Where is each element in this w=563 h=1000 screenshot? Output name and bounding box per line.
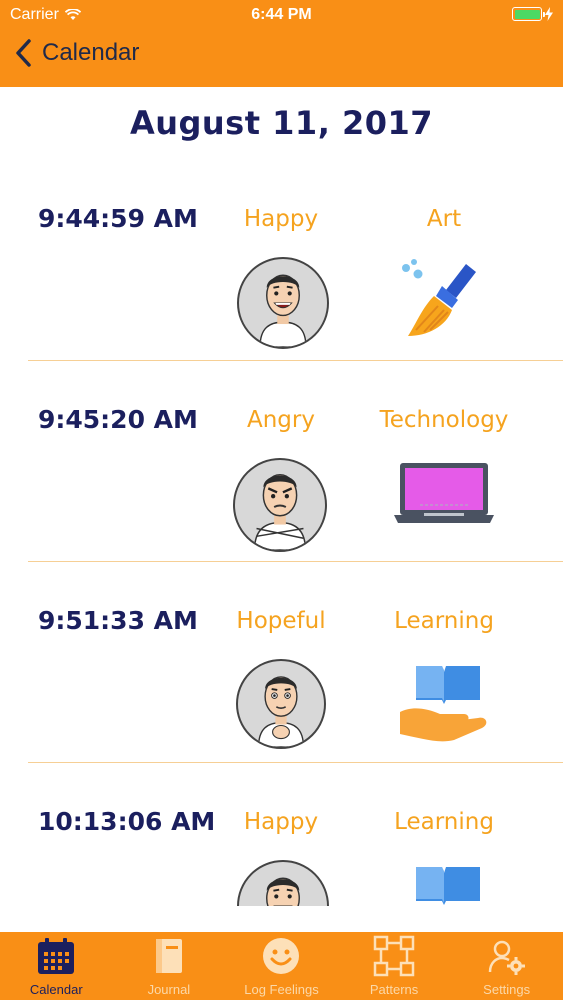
tab-calendar[interactable]: Calendar bbox=[0, 932, 113, 1000]
hopeful-avatar-icon bbox=[236, 659, 326, 749]
back-button[interactable]: Calendar bbox=[14, 38, 139, 68]
calendar-icon bbox=[34, 934, 78, 978]
battery-indicator bbox=[512, 7, 553, 21]
tab-journal[interactable]: Journal bbox=[113, 932, 226, 1000]
entry-row[interactable]: 9:44:59 AM Happy Art bbox=[0, 160, 563, 361]
entry-feeling: Happy bbox=[243, 809, 319, 835]
entry-category: Learning bbox=[394, 809, 494, 835]
smiley-icon bbox=[259, 934, 303, 978]
tab-settings-label: Settings bbox=[483, 982, 531, 997]
angry-avatar-icon bbox=[233, 458, 327, 552]
book-hand-icon bbox=[394, 859, 494, 906]
happy-avatar-icon bbox=[237, 257, 329, 349]
entry-row[interactable]: 9:45:20 AM Angry Technology bbox=[0, 361, 563, 562]
tab-patterns-label: Patterns bbox=[369, 982, 419, 997]
journal-icon bbox=[147, 934, 191, 978]
top-bar: Carrier 6:44 PM Calendar bbox=[0, 0, 563, 87]
entry-row[interactable]: 10:13:06 AM Happy Learning bbox=[0, 763, 563, 906]
entries-list[interactable]: 9:44:59 AM Happy Art 9:45:20 AM Angry Te… bbox=[0, 160, 563, 906]
entry-category: Art bbox=[426, 206, 462, 232]
laptop-icon bbox=[394, 457, 494, 549]
entry-category: Learning bbox=[394, 608, 494, 634]
entry-category: Technology bbox=[379, 407, 509, 433]
chevron-left-icon bbox=[16, 39, 31, 67]
tab-settings[interactable]: Settings bbox=[450, 932, 563, 1000]
happy-avatar-icon bbox=[237, 860, 329, 906]
battery-icon bbox=[512, 7, 545, 21]
tab-patterns[interactable]: Patterns bbox=[338, 932, 451, 1000]
entry-feeling: Hopeful bbox=[236, 608, 326, 634]
patterns-icon bbox=[372, 934, 416, 978]
date-title: August 11, 2017 bbox=[129, 104, 434, 142]
back-button-label: Calendar bbox=[42, 39, 140, 66]
entry-time: 9:45:20 AM bbox=[38, 405, 198, 434]
entry-feeling: Angry bbox=[247, 407, 315, 433]
tab-journal-label: Journal bbox=[147, 982, 191, 997]
tab-log-feelings[interactable]: Log Feelings bbox=[225, 932, 338, 1000]
paintbrush-icon bbox=[394, 256, 494, 348]
book-hand-icon bbox=[394, 658, 494, 750]
navigation-bar: Calendar bbox=[0, 38, 563, 78]
charging-bolt-icon bbox=[545, 7, 553, 21]
entry-time: 9:51:33 AM bbox=[38, 606, 198, 635]
entry-feeling: Happy bbox=[243, 206, 319, 232]
settings-icon bbox=[485, 934, 529, 978]
tab-log-feelings-label: Log Feelings bbox=[244, 982, 319, 997]
entry-row[interactable]: 9:51:33 AM Hopeful Learning bbox=[0, 562, 563, 763]
tab-calendar-label: Calendar bbox=[29, 982, 83, 997]
tab-bar: Calendar Journal Log Feelings Patterns S… bbox=[0, 932, 563, 1000]
status-bar: Carrier 6:44 PM bbox=[0, 0, 563, 30]
entry-time: 9:44:59 AM bbox=[38, 204, 198, 233]
status-time: 6:44 PM bbox=[251, 6, 312, 23]
entry-time: 10:13:06 AM bbox=[38, 807, 216, 836]
